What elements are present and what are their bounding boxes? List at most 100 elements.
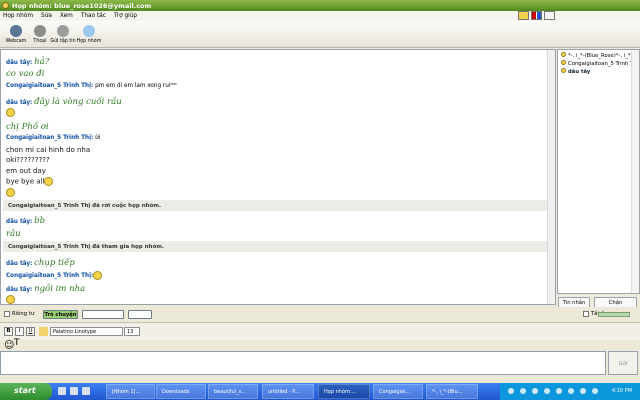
toolbar: Webcam Thoại Gửi tập tin Họp nhóm bbox=[0, 21, 640, 48]
chat-line: bye bye all bbox=[6, 177, 54, 186]
tray-icon[interactable] bbox=[580, 388, 586, 394]
chat-line: oki????????? bbox=[6, 156, 50, 164]
chat-line: co vao đi bbox=[6, 69, 45, 79]
participant-status-icon bbox=[561, 60, 566, 65]
webcam-tool[interactable]: Webcam bbox=[3, 25, 29, 44]
conference-tool[interactable]: Họp nhóm bbox=[76, 25, 102, 44]
chat-pane[interactable]: dâu tây: hả? co vao đi Congaigiaitoan_5 … bbox=[0, 49, 556, 305]
quick-launch-icon[interactable] bbox=[58, 387, 66, 395]
chat-scrollbar[interactable] bbox=[547, 50, 555, 304]
file-send-icon bbox=[57, 25, 69, 37]
participant-status-icon bbox=[561, 68, 566, 73]
conversation-controls: Riêng tư Trò chuyện Tắt âm bbox=[0, 307, 640, 322]
bold-button[interactable]: B bbox=[4, 327, 13, 336]
participant-status-icon bbox=[561, 52, 566, 57]
webcam-icon bbox=[10, 25, 22, 37]
chat-history: dâu tây: hả? co vao đi Congaigiaitoan_5 … bbox=[3, 50, 548, 304]
system-message: Congaigiaitoan_5 Trinh Thị đã rời cuộc h… bbox=[3, 200, 548, 211]
taskbar-item[interactable]: Họp nhóm:... bbox=[318, 384, 370, 399]
participant-item[interactable]: *-, i_*-(Blue_Rose)*-, i_* bbox=[561, 52, 631, 59]
taskbar-item[interactable]: Congaigiai... bbox=[373, 384, 423, 399]
chat-line: chon mi cai hinh do nha bbox=[6, 146, 91, 154]
mute-checkbox[interactable] bbox=[583, 311, 589, 317]
tray-icon[interactable] bbox=[532, 388, 538, 394]
blank-button-2[interactable] bbox=[128, 310, 152, 319]
wc-icon[interactable] bbox=[544, 11, 555, 20]
file-label: Gửi tập tin bbox=[50, 39, 76, 44]
tray-icon[interactable] bbox=[568, 388, 574, 394]
tray-icon[interactable] bbox=[520, 388, 526, 394]
participants-panel[interactable]: *-, i_*-(Blue_Rose)*-, i_* Congaigiaitoa… bbox=[557, 49, 640, 294]
webcam-label: Webcam bbox=[5, 39, 27, 44]
chat-mode-button[interactable]: Trò chuyện bbox=[43, 310, 78, 319]
chat-line: dâu tây: chụp tiếp bbox=[6, 258, 75, 268]
flag-icon[interactable] bbox=[531, 11, 542, 20]
chat-line: râu bbox=[6, 229, 21, 239]
smiley-icon[interactable] bbox=[518, 11, 529, 20]
chat-line: dâu tây: đây là vòng cuối rầu bbox=[6, 97, 122, 107]
blank-button-1[interactable] bbox=[82, 310, 124, 319]
smiley-emoji-icon bbox=[44, 177, 54, 186]
chat-line: em out day bbox=[6, 167, 46, 175]
voice-label: Thoại bbox=[33, 39, 47, 44]
smiley-emoji-icon bbox=[93, 271, 103, 280]
taskbar-item[interactable]: Downloads bbox=[156, 384, 206, 399]
emoticon-button[interactable] bbox=[39, 327, 48, 336]
menu-item-conference[interactable]: Họp nhóm bbox=[3, 13, 33, 21]
taskbar-item[interactable]: untitled - P... bbox=[262, 384, 314, 399]
emoji-line bbox=[6, 108, 15, 117]
participant-item[interactable]: Congaigiaitoan_5 Trinh Thị bbox=[561, 60, 638, 67]
tray-icon[interactable] bbox=[592, 388, 598, 394]
messenger-icon bbox=[2, 2, 9, 9]
system-message: Congaigiaitoan_5 Trinh Thị đã tham gia h… bbox=[3, 241, 548, 252]
conference-icon bbox=[83, 25, 95, 37]
smiley-icon[interactable]: ☺ bbox=[4, 340, 14, 351]
start-button[interactable]: start bbox=[0, 383, 52, 400]
font-select[interactable]: Palatino Linotype bbox=[50, 327, 123, 336]
participant-item[interactable]: dâu tây bbox=[561, 68, 590, 75]
microphone-icon bbox=[34, 25, 46, 37]
top-right-icons bbox=[518, 11, 555, 20]
smiley-emoji-icon bbox=[6, 188, 15, 197]
taskbar-item[interactable]: *-, i_*-(Blu... bbox=[426, 384, 478, 399]
window-titlebar: Họp nhóm: blue_rose1026@ymail.com bbox=[0, 0, 640, 11]
chat-line: Congaigiaitoan_5 Trinh Thị: bbox=[6, 271, 103, 280]
messenger-window: Họp nhóm: blue_rose1026@ymail.com Họp nh… bbox=[0, 0, 640, 400]
participants-scrollbar[interactable] bbox=[631, 50, 639, 293]
tray-icon[interactable] bbox=[556, 388, 562, 394]
emoji-line bbox=[6, 188, 15, 197]
tray-icon[interactable] bbox=[508, 388, 514, 394]
chat-line: dâu tây: bb bbox=[6, 216, 46, 226]
window-title: Họp nhóm: blue_rose1026@ymail.com bbox=[12, 2, 152, 10]
smiley-emoji-icon bbox=[6, 108, 15, 117]
chat-line: Congaigiaitoan_5 Trinh Thị: pm em di em … bbox=[6, 83, 177, 89]
menu-item-help[interactable]: Trợ giúp bbox=[114, 13, 137, 21]
clock: 4:10 PM bbox=[611, 388, 632, 394]
chat-line: chị Phố ơi bbox=[6, 122, 49, 132]
chat-line: Congaigiaitoan_5 Trinh Thị: ừi bbox=[6, 135, 101, 141]
conference-label: Họp nhóm bbox=[76, 39, 102, 44]
menu-item-actions[interactable]: Thao tác bbox=[81, 13, 106, 21]
taskbar-item[interactable]: [Nhóm 1]... bbox=[106, 384, 155, 399]
italic-button[interactable]: I bbox=[15, 327, 24, 336]
size-select[interactable]: 13 bbox=[124, 327, 140, 336]
menu-item-edit[interactable]: Sửa bbox=[41, 13, 52, 21]
volume-slider[interactable] bbox=[598, 312, 630, 317]
send-button[interactable]: Gửi bbox=[608, 351, 638, 375]
tray-icon[interactable] bbox=[544, 388, 550, 394]
file-tool[interactable]: Gửi tập tin bbox=[50, 25, 76, 44]
quick-launch-icon[interactable] bbox=[82, 387, 90, 395]
message-input[interactable] bbox=[0, 351, 606, 375]
smiley-emoji-icon bbox=[6, 295, 15, 304]
chat-line: dâu tây: hả? bbox=[6, 57, 50, 67]
underline-button[interactable]: U bbox=[26, 327, 35, 336]
menu-item-view[interactable]: Xem bbox=[60, 13, 73, 21]
formatting-toolbar: B I U Palatino Linotype 13 bbox=[0, 322, 640, 340]
taskbar: start [Nhóm 1]... Downloads beautiful_s.… bbox=[0, 383, 640, 400]
emoji-line bbox=[6, 295, 15, 304]
text-style-icon[interactable]: T bbox=[14, 338, 20, 348]
quick-launch-icon[interactable] bbox=[70, 387, 78, 395]
private-checkbox[interactable] bbox=[4, 311, 10, 317]
taskbar-item[interactable]: beautiful_s... bbox=[208, 384, 258, 399]
private-label: Riêng tư bbox=[12, 311, 35, 317]
